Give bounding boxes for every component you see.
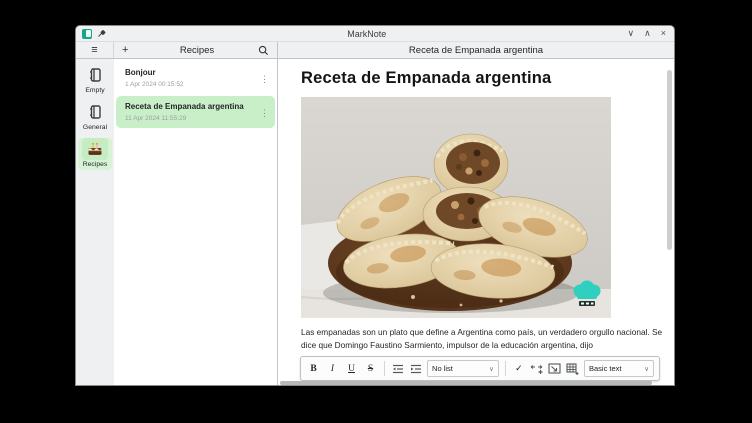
note-list-item-empanada[interactable]: Receta de Empanada argentina 11 Apr 2024… xyxy=(116,96,275,128)
empanadas-image[interactable] xyxy=(301,97,611,318)
horizontal-scrollbar-thumb[interactable] xyxy=(280,381,652,385)
indent-icon xyxy=(410,364,422,374)
chevron-down-icon: ∨ xyxy=(644,365,649,373)
notebook-title: Recipes xyxy=(136,45,258,56)
italic-button[interactable]: I xyxy=(325,360,340,377)
document-title-header: Receta de Empanada argentina xyxy=(278,42,674,58)
note-options-icon[interactable]: ⋮ xyxy=(260,108,269,119)
marknote-window: MarkNote ∨ ∧ × ≡ + Recipes Receta de Emp… xyxy=(75,25,675,386)
outdent-icon xyxy=(392,364,404,374)
window-body: Empty General xyxy=(76,59,674,385)
add-note-button[interactable]: + xyxy=(122,44,136,56)
underline-button[interactable]: U xyxy=(344,360,359,377)
toolbar-separator xyxy=(505,361,506,376)
document-heading[interactable]: Receta de Empanada argentina xyxy=(301,69,674,88)
chevron-down-icon: ∨ xyxy=(489,365,494,373)
app-icon[interactable] xyxy=(82,29,92,39)
insert-image-icon xyxy=(548,363,561,374)
editor-area[interactable]: Receta de Empanada argentina xyxy=(278,59,674,385)
insert-link-button[interactable] xyxy=(530,360,544,377)
indent-button[interactable] xyxy=(409,360,423,377)
vertical-scrollbar-thumb[interactable] xyxy=(667,70,672,250)
sidebar-item-label: Empty xyxy=(85,87,104,94)
sidebar-item-label: General xyxy=(83,124,107,131)
note-date: 1 Apr 2024 00:15:52 xyxy=(125,81,257,88)
text-style-value: Basic text xyxy=(589,364,638,373)
text-style-dropdown[interactable]: Basic text ∨ xyxy=(584,360,654,377)
insert-link-icon xyxy=(530,363,543,375)
insert-table-icon xyxy=(566,363,579,375)
window-title: MarkNote xyxy=(111,29,623,39)
pin-icon[interactable] xyxy=(97,29,106,38)
checkbox-button[interactable]: ✓ xyxy=(512,360,526,377)
sidebar-item-recipes[interactable]: Recipes xyxy=(78,138,112,170)
journal-icon xyxy=(87,67,103,83)
note-title: Bonjour xyxy=(125,68,257,77)
notes-list: Bonjour 1 Apr 2024 00:15:52 ⋮ Receta de … xyxy=(114,59,278,385)
document-paragraph[interactable]: Las empanadas son un plato que define a … xyxy=(301,326,674,352)
note-title: Receta de Empanada argentina xyxy=(125,102,257,111)
format-toolbar: B I U S xyxy=(300,356,660,381)
insert-image-button[interactable] xyxy=(548,360,562,377)
note-options-icon[interactable]: ⋮ xyxy=(260,74,269,85)
cake-icon xyxy=(86,141,104,157)
list-type-value: No list xyxy=(432,364,483,373)
close-icon[interactable]: × xyxy=(661,29,666,38)
list-type-dropdown[interactable]: No list ∨ xyxy=(427,360,499,377)
insert-table-button[interactable] xyxy=(566,360,580,377)
maximize-icon[interactable]: ∧ xyxy=(644,29,651,38)
hamburger-menu-button[interactable]: ≡ xyxy=(76,42,114,58)
toolbar-separator xyxy=(384,361,385,376)
hamburger-icon: ≡ xyxy=(91,44,97,56)
notebook-sidebar: Empty General xyxy=(76,59,114,385)
strikethrough-button[interactable]: S xyxy=(363,360,378,377)
horizontal-scrollbar-track[interactable] xyxy=(280,381,664,385)
header-row: ≡ + Recipes Receta de Empanada argentina xyxy=(76,42,674,59)
outdent-button[interactable] xyxy=(391,360,405,377)
minimize-icon[interactable]: ∨ xyxy=(628,29,635,38)
note-date: 11 Apr 2024 11:55:29 xyxy=(125,115,257,122)
note-list-item-bonjour[interactable]: Bonjour 1 Apr 2024 00:15:52 ⋮ xyxy=(116,62,275,94)
search-icon[interactable] xyxy=(258,45,269,56)
sidebar-item-empty[interactable]: Empty xyxy=(78,64,112,94)
bold-button[interactable]: B xyxy=(306,360,321,377)
sidebar-item-label: Recipes xyxy=(83,161,108,168)
desktop-background: MarkNote ∨ ∧ × ≡ + Recipes Receta de Emp… xyxy=(0,0,752,423)
journal-icon xyxy=(87,104,103,120)
titlebar[interactable]: MarkNote ∨ ∧ × xyxy=(76,26,674,42)
notes-panel-header: + Recipes xyxy=(114,42,278,58)
sidebar-item-general[interactable]: General xyxy=(78,101,112,131)
